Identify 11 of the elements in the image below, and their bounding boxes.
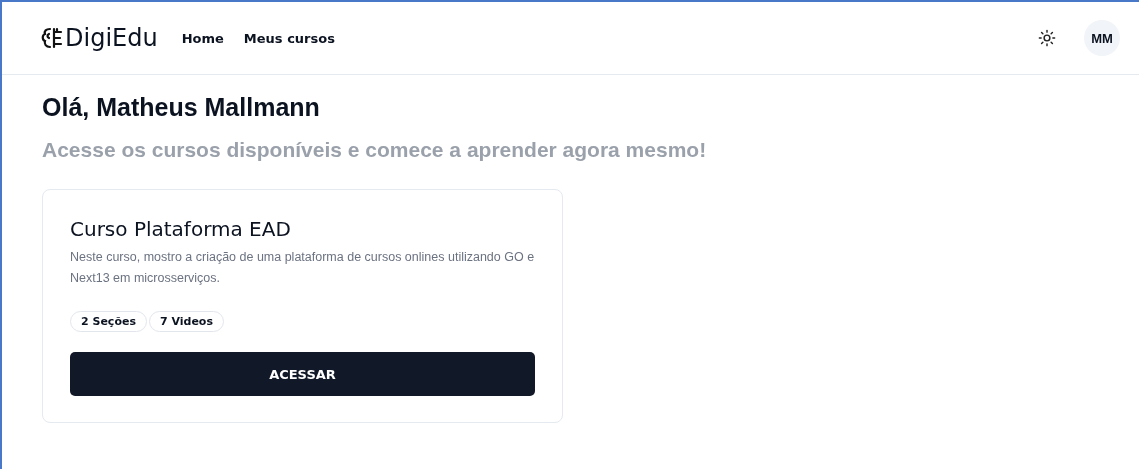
sun-icon[interactable] xyxy=(1038,29,1056,47)
logo-icon xyxy=(40,26,64,50)
nav-link[interactable]: Home xyxy=(181,30,224,46)
course-title: Curso Plataforma EAD xyxy=(70,217,292,241)
greeting-heading: Olá, Matheus Mallmann xyxy=(42,93,321,122)
nav-link[interactable]: Meus cursos xyxy=(243,30,335,46)
course-description: Neste curso, mostro a criação de uma plataforma de cursos onlines utilizando GO e Next13 em microsserviços. xyxy=(70,249,535,287)
user-avatar[interactable]: MM xyxy=(1084,20,1120,56)
subtitle-text: Acesse os cursos disponíveis e comece a aprender agora mesmo! xyxy=(42,138,708,162)
brand-name[interactable]: DigiEdu xyxy=(65,24,158,52)
access-button[interactable]: ACESSAR xyxy=(70,352,535,396)
